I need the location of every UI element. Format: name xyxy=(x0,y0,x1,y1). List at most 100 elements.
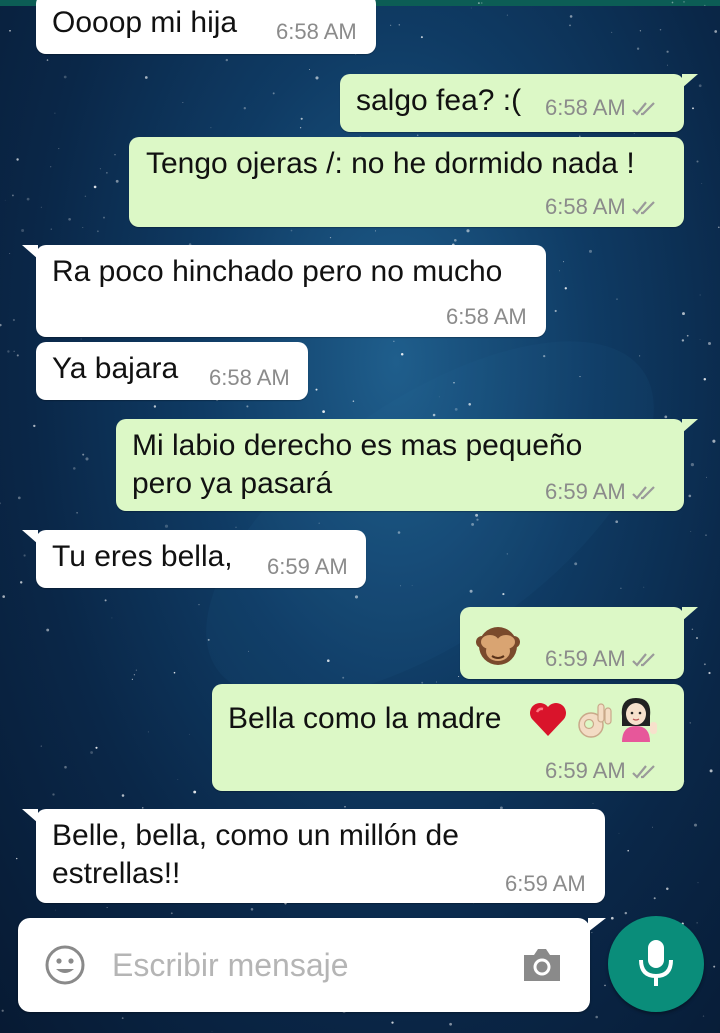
star xyxy=(595,1015,598,1019)
voice-record-button[interactable] xyxy=(608,916,704,1012)
bubble-tail xyxy=(22,245,38,259)
star xyxy=(4,199,6,201)
message-outgoing[interactable]: Mi labio derecho es mas pequeño pero ya … xyxy=(116,419,698,511)
message-outgoing[interactable]: Tengo ojeras /: no he dormido nada ! 6:5… xyxy=(129,137,684,227)
smiley-icon[interactable] xyxy=(44,944,86,986)
star xyxy=(235,526,237,528)
star xyxy=(40,206,42,208)
timestamp: 6:59 AM xyxy=(545,646,626,671)
star xyxy=(706,476,707,478)
star xyxy=(33,424,36,428)
star xyxy=(639,30,642,32)
star xyxy=(708,671,711,675)
message-time: 6:58 AM xyxy=(446,305,527,329)
message-outgoing[interactable]: 6:59 AM xyxy=(460,607,698,679)
star xyxy=(591,932,593,934)
bubble-tail xyxy=(682,74,698,88)
star xyxy=(16,354,19,357)
message-incoming[interactable]: Oooop mi hija 6:58 AM xyxy=(36,0,376,54)
star xyxy=(506,14,508,16)
star xyxy=(19,581,23,584)
message-text: Tu eres bella, xyxy=(52,540,233,573)
star xyxy=(9,29,11,32)
star xyxy=(696,922,698,924)
star xyxy=(689,722,691,724)
star xyxy=(111,617,113,619)
star xyxy=(477,2,480,5)
star xyxy=(697,882,699,884)
star xyxy=(604,984,606,987)
star xyxy=(50,228,52,230)
star xyxy=(420,36,423,39)
timestamp: 6:59 AM xyxy=(545,758,626,783)
star xyxy=(717,226,720,229)
star xyxy=(703,378,707,381)
star xyxy=(147,731,149,733)
message-incoming[interactable]: Ra poco hinchado pero no mucho 6:58 AM xyxy=(22,245,546,337)
star xyxy=(82,453,85,456)
star xyxy=(688,494,692,498)
star xyxy=(13,350,15,352)
star xyxy=(690,463,694,467)
message-time: 6:58 AM xyxy=(209,366,290,390)
message-input[interactable] xyxy=(112,940,502,990)
star xyxy=(374,230,376,232)
star xyxy=(699,294,701,296)
star xyxy=(610,916,614,920)
message-incoming[interactable]: Ya bajara 6:58 AM xyxy=(36,342,308,400)
star xyxy=(40,745,42,747)
star xyxy=(666,64,668,66)
timestamp: 6:58 AM xyxy=(545,95,626,120)
star xyxy=(691,628,694,631)
star xyxy=(272,92,275,95)
star xyxy=(636,47,640,50)
timestamp: 6:58 AM xyxy=(545,194,626,219)
double-check-icon xyxy=(631,653,655,667)
star xyxy=(393,340,395,342)
star xyxy=(681,339,685,342)
star xyxy=(707,341,712,346)
star xyxy=(153,405,157,408)
star xyxy=(16,857,18,860)
star xyxy=(93,185,97,189)
star xyxy=(690,531,692,532)
star xyxy=(344,806,346,808)
timestamp: 6:59 AM xyxy=(505,871,586,896)
star xyxy=(390,24,392,26)
star xyxy=(618,832,620,834)
timestamp: 6:59 AM xyxy=(545,479,626,504)
star xyxy=(115,179,119,183)
message-text: Oooop mi hija xyxy=(52,6,238,39)
star xyxy=(696,160,699,163)
star xyxy=(9,252,11,254)
timestamp: 6:58 AM xyxy=(446,304,527,329)
microphone-icon xyxy=(639,940,673,986)
star xyxy=(693,823,698,827)
star xyxy=(453,238,457,242)
star xyxy=(131,678,133,680)
star xyxy=(17,496,21,500)
star xyxy=(0,502,1,505)
message-time: 6:59 AM xyxy=(545,480,660,504)
star xyxy=(714,30,718,33)
message-incoming[interactable]: Tu eres bella, 6:59 AM xyxy=(22,530,366,588)
message-incoming[interactable]: Belle, bella, como un millón de estrella… xyxy=(22,809,605,903)
star xyxy=(144,76,148,79)
message-outgoing[interactable]: Bella como la madre 6:59 AM xyxy=(212,684,684,791)
message-time: 6:59 AM xyxy=(505,872,586,896)
star xyxy=(574,562,578,566)
star xyxy=(664,415,668,419)
star xyxy=(653,897,656,900)
star xyxy=(666,50,669,53)
message-time: 6:58 AM xyxy=(276,20,357,44)
star xyxy=(702,1015,705,1017)
bubble-tail xyxy=(682,607,698,621)
star xyxy=(705,534,707,536)
star xyxy=(300,117,303,120)
star xyxy=(188,733,190,735)
star xyxy=(466,229,470,233)
camera-icon[interactable] xyxy=(520,945,564,985)
star xyxy=(391,1021,394,1024)
message-outgoing[interactable]: salgo fea? :( 6:58 AM xyxy=(340,74,698,132)
tipping-hand-woman-emoji xyxy=(621,698,657,742)
